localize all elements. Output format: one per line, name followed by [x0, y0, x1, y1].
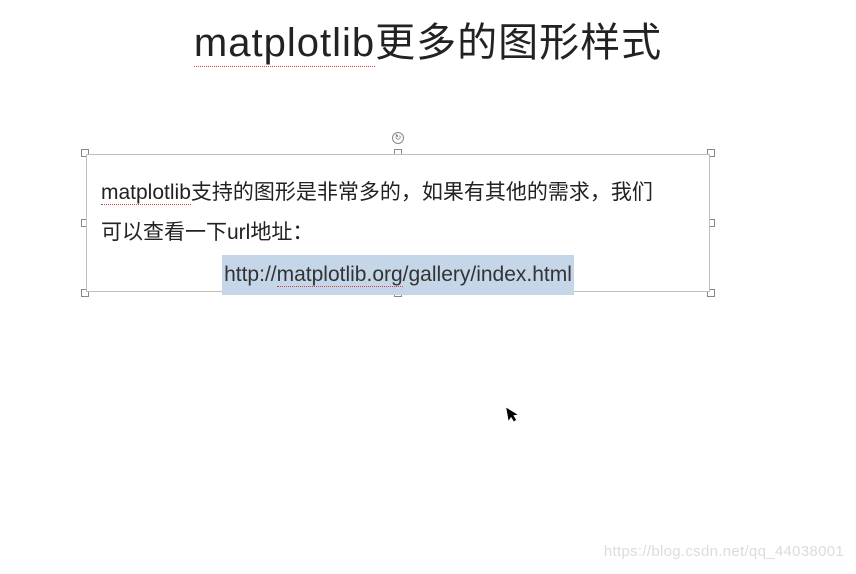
url-line: http://matplotlib.org/gallery/index.html — [101, 255, 695, 295]
watermark: https://blog.csdn.net/qq_44038001 — [604, 543, 844, 560]
slide-title: matplotlib更多的图形样式 — [0, 10, 856, 68]
title-rest: 更多的图形样式 — [375, 21, 662, 65]
mouse-cursor-icon — [505, 405, 522, 426]
text-line2-part2: 地址： — [250, 221, 313, 244]
textbox-container[interactable]: ↻ matplotlib支持的图形是非常多的，如果有其他的需求，我们 可以查看一… — [86, 154, 710, 292]
url-path: /gallery/index.html — [403, 263, 572, 286]
title-word: matplotlib — [194, 21, 375, 67]
textbox[interactable]: matplotlib支持的图形是非常多的，如果有其他的需求，我们 可以查看一下u… — [86, 154, 710, 292]
url-prefix: http:// — [224, 263, 277, 286]
text-line-1: matplotlib支持的图形是非常多的，如果有其他的需求，我们 — [101, 173, 695, 213]
textbox-content[interactable]: matplotlib支持的图形是非常多的，如果有其他的需求，我们 可以查看一下u… — [101, 173, 695, 295]
text-word-matplotlib: matplotlib — [101, 181, 191, 205]
url-text[interactable]: http://matplotlib.org/gallery/index.html — [222, 255, 574, 295]
text-line-2: 可以查看一下url地址： — [101, 213, 695, 253]
text-line2-part1: 可以查看一下 — [101, 221, 227, 244]
url-domain: matplotlib.org — [277, 263, 403, 287]
text-word-url: url — [227, 221, 250, 244]
rotate-handle-icon[interactable]: ↻ — [392, 132, 404, 144]
text-line1-rest: 支持的图形是非常多的，如果有其他的需求，我们 — [191, 181, 653, 204]
